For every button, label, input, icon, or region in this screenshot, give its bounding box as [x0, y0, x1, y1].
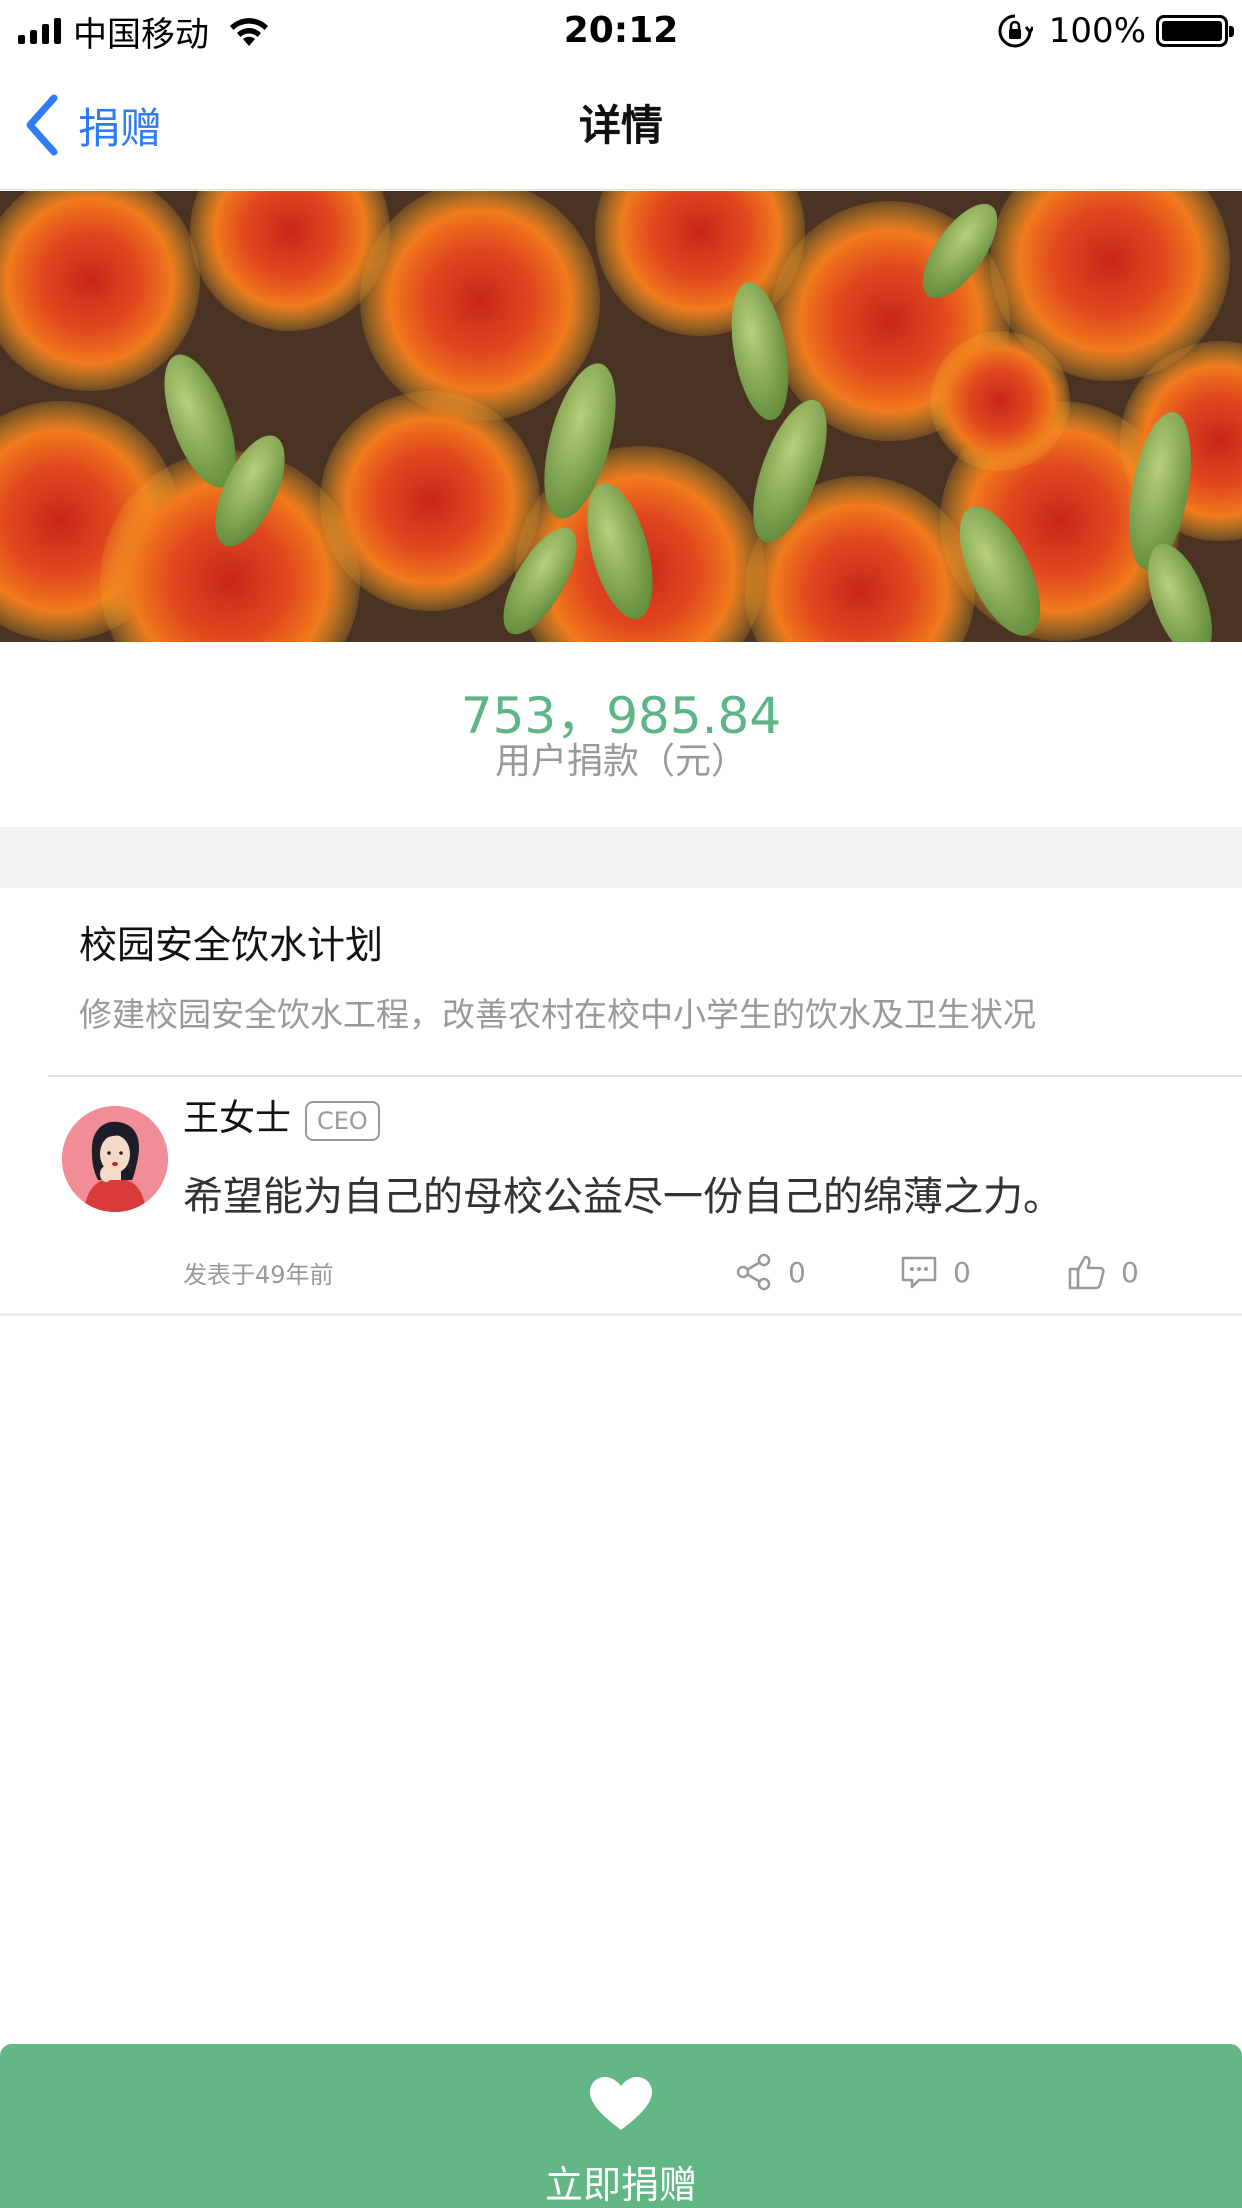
avatar-illustration — [62, 1106, 168, 1212]
rotation-lock-icon — [998, 14, 1033, 48]
project-description: 修建校园安全饮水工程，改善农村在校中小学生的饮水及卫生状况 — [79, 995, 1036, 1034]
donate-now-button[interactable]: 立即捐赠 — [0, 2044, 1242, 2208]
role-badge: CEO — [305, 1101, 380, 1141]
status-bar-right: 100% — [997, 8, 1234, 54]
comment-text: 希望能为自己的母校公益尽一份自己的绵薄之力。 — [183, 1174, 1063, 1220]
share-button[interactable]: 0 — [734, 1250, 806, 1294]
comment-icon — [901, 1256, 937, 1289]
protea-flowers-image — [0, 191, 1242, 642]
comment-button[interactable]: 0 — [899, 1250, 971, 1294]
comment-count: 0 — [953, 1255, 971, 1289]
hero-image — [0, 191, 1242, 642]
thumbs-up-icon — [1068, 1255, 1105, 1290]
donate-now-label: 立即捐赠 — [544, 2163, 697, 2207]
like-count: 0 — [1121, 1255, 1139, 1289]
commenter-name: 王女士 — [183, 1098, 292, 1139]
page-title: 详情 — [578, 101, 663, 150]
divider — [0, 1313, 1242, 1316]
like-button[interactable]: 0 — [1067, 1250, 1139, 1294]
comment-time: 发表于49年前 — [183, 1261, 334, 1289]
battery-percentage: 100% — [1048, 11, 1146, 51]
share-icon — [736, 1253, 771, 1291]
section-separator — [0, 827, 1242, 888]
battery-icon — [1156, 15, 1234, 47]
status-bar: 中国移动 20:12 100% — [0, 0, 1242, 62]
project-title: 校园安全饮水计划 — [79, 923, 384, 967]
navigation-bar: 捐赠 详情 — [0, 62, 1242, 190]
avatar[interactable] — [62, 1106, 168, 1212]
heart-icon — [590, 2077, 652, 2130]
share-count: 0 — [788, 1255, 806, 1289]
donation-amount-label: 用户捐款（元） — [494, 741, 747, 782]
divider — [48, 1075, 1242, 1077]
